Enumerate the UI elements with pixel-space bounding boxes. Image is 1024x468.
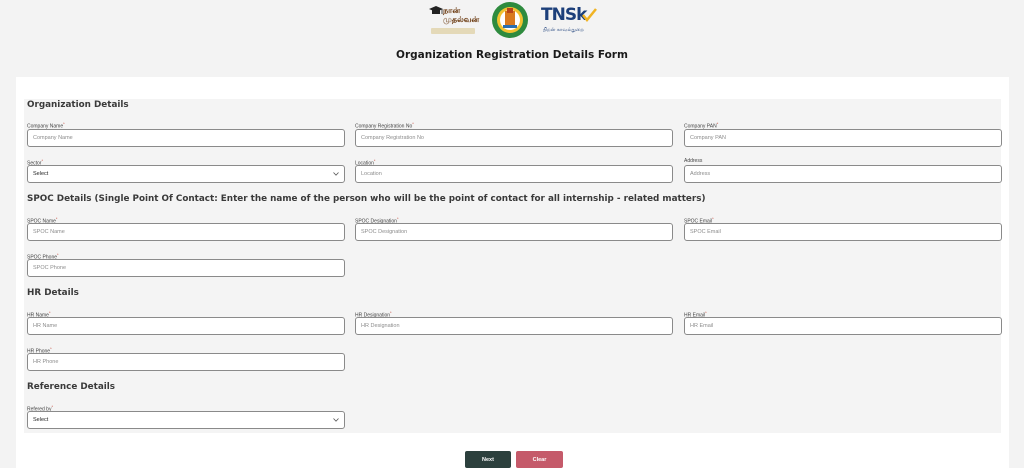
tamil-nadu-emblem-icon [492,2,528,38]
hr-phone-input[interactable] [27,353,345,371]
section-organization-title: Organization Details [27,100,129,110]
header-logos: நான் முதல்வன் TNSk திறன் காவல்துறை [0,0,1024,40]
page-title: Organization Registration Details Form [396,49,628,61]
naan-logo-text: நான் முதல்வன் [443,6,480,24]
spoc-email-input[interactable] [684,223,1002,241]
address-input[interactable] [684,165,1002,183]
chevron-down-icon [333,418,339,422]
sector-select-value: Select [33,171,49,177]
spoc-name-input[interactable] [27,223,345,241]
tnsk-logo: TNSk திறன் காவல்துறை [541,3,597,37]
naan-logo-banner [431,28,475,34]
clear-button[interactable]: Clear [516,451,563,468]
hr-name-input[interactable] [27,317,345,335]
tnsk-logo-subtext: திறன் காவல்துறை [543,27,584,33]
naan-mudhalvan-logo: நான் முதல்வன் [427,2,479,38]
spoc-designation-input[interactable] [355,223,673,241]
sector-select[interactable]: Select [27,165,345,183]
checkmark-icon [582,8,597,22]
company-name-input[interactable] [27,129,345,147]
location-input[interactable] [355,165,673,183]
next-button[interactable]: Next [465,451,511,468]
referred-by-select-value: Select [33,417,49,423]
address-label: Address [684,158,703,164]
chevron-down-icon [333,172,339,176]
company-registration-input[interactable] [355,129,673,147]
section-spoc-title: SPOC Details (Single Point Of Contact: E… [27,194,706,204]
hr-designation-input[interactable] [355,317,673,335]
tnsk-logo-text: TNSk [541,5,587,25]
referred-by-select[interactable]: Select [27,411,345,429]
hr-email-input[interactable] [684,317,1002,335]
spoc-phone-input[interactable] [27,259,345,277]
graduation-cap-icon [429,6,443,14]
section-reference-title: Reference Details [27,382,116,392]
section-hr-title: HR Details [27,288,79,298]
company-pan-input[interactable] [684,129,1002,147]
